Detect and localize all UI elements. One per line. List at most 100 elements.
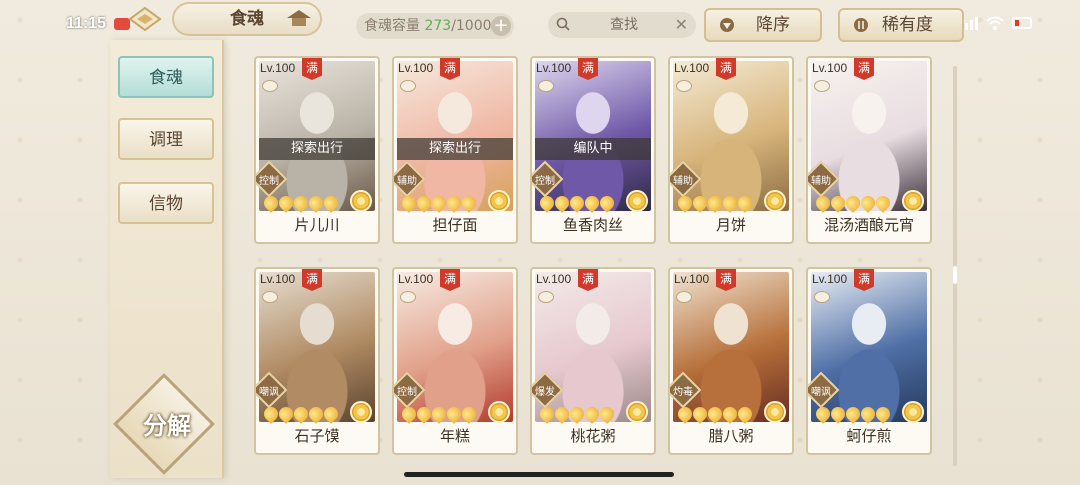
max-badge: 满 [716, 58, 736, 80]
flower-icon [902, 190, 924, 212]
home-icon[interactable] [128, 6, 162, 32]
star-rating [675, 193, 755, 213]
max-badge: 满 [854, 58, 874, 80]
flower-icon [764, 190, 786, 212]
flower-icon [626, 401, 648, 423]
clock: 11:15 [66, 15, 107, 32]
level-label: Lv.100 [812, 61, 848, 75]
character-name: 片儿川 [294, 216, 340, 234]
soul-card[interactable]: Lv.100 满探索出行 控制 片儿川 [254, 56, 380, 244]
clear-icon[interactable]: ✕ [675, 12, 688, 38]
scrollbar[interactable] [953, 66, 957, 466]
star-rating [399, 404, 479, 424]
character-name: 混汤酒酿元宵 [823, 216, 914, 234]
star-rating [813, 404, 893, 424]
home-indicator[interactable] [404, 472, 674, 477]
search-label: 查找 [610, 17, 638, 33]
flower-icon [626, 190, 648, 212]
soul-card[interactable]: Lv.100 满嘲讽蚵仔煎 [806, 267, 932, 455]
role-label: 控制 [397, 387, 417, 398]
level-label: Lv.100 [812, 272, 848, 286]
character-name: 担仔面 [432, 216, 478, 234]
level-label: Lv.100 [536, 272, 572, 286]
soul-card[interactable]: Lv.100 满爆发 桃花粥 [530, 267, 656, 455]
star-rating [675, 404, 755, 424]
role-label: 嘲讽 [259, 387, 279, 398]
star-icon [321, 404, 341, 424]
capacity-label: 食魂容量 [364, 18, 420, 34]
capacity-current: 273 [424, 18, 452, 34]
level-label: Lv.100 [536, 61, 572, 75]
max-badge: 满 [302, 269, 322, 291]
status-tag: 编队中 [535, 138, 651, 160]
star-rating [537, 193, 617, 213]
level-label: Lv.100 [260, 61, 296, 75]
sort-key-icon [854, 18, 868, 32]
role-label: 控制 [535, 176, 555, 187]
character-name: 年糕 [439, 427, 470, 445]
max-badge: 满 [578, 269, 598, 291]
role-label: 辅助 [673, 176, 693, 187]
soul-card[interactable]: Lv.100 满控制年糕 [392, 267, 518, 455]
decompose-label: 分解 [143, 412, 191, 440]
character-name: 月饼 [715, 216, 746, 234]
character-name: 蚵仔煎 [846, 427, 892, 445]
character-name: 腊八粥 [708, 427, 754, 445]
flower-icon [350, 401, 372, 423]
level-label: Lv.100 [398, 272, 434, 286]
sort-order-button[interactable]: 降序 [704, 8, 822, 42]
flower-icon [764, 401, 786, 423]
bowl-icon [814, 80, 830, 92]
star-rating [813, 193, 893, 213]
max-badge: 满 [302, 58, 322, 80]
character-name: 石子馍 [294, 427, 340, 445]
soul-card[interactable]: Lv.100 满探索出行 辅助 担仔面 [392, 56, 518, 244]
bowl-icon [538, 80, 554, 92]
role-label: 辅助 [811, 176, 831, 187]
sort-key-label: 稀有度 [882, 15, 933, 35]
sort-key-button[interactable]: 稀有度 [838, 8, 964, 42]
star-rating [537, 404, 617, 424]
soul-card[interactable]: Lv.100 满辅助 月饼 [668, 56, 794, 244]
star-icon [321, 193, 341, 213]
level-label: Lv.100 [260, 272, 296, 286]
search-input[interactable]: 查找 ✕ [548, 12, 696, 38]
bowl-icon [814, 291, 830, 303]
scrollbar-thumb[interactable] [953, 266, 957, 284]
max-badge: 满 [854, 269, 874, 291]
flower-icon [488, 190, 510, 212]
bowl-icon [262, 291, 278, 303]
sidebar-item-soul[interactable]: 食魂 [118, 56, 214, 98]
role-label: 嘲讽 [811, 387, 831, 398]
soul-card[interactable]: Lv.100 满嘲讽石子馍 [254, 267, 380, 455]
star-rating [261, 404, 341, 424]
bowl-icon [676, 80, 692, 92]
star-icon [459, 404, 479, 424]
role-label: 灼毒 [673, 387, 693, 398]
status-tag: 探索出行 [397, 138, 513, 160]
character-name: 鱼香肉丝 [562, 216, 623, 234]
star-icon [735, 404, 755, 424]
sidebar-item-prepare[interactable]: 调理 [118, 118, 214, 160]
bowl-icon [400, 80, 416, 92]
roof-icon [287, 10, 311, 26]
capacity-max: /1000 [451, 18, 492, 34]
flower-icon [902, 401, 924, 423]
max-badge: 满 [440, 58, 460, 80]
sidebar-item-token[interactable]: 信物 [118, 182, 214, 224]
level-label: Lv.100 [674, 272, 710, 286]
max-badge: 满 [716, 269, 736, 291]
soul-card[interactable]: Lv.100 满编队中控制鱼香肉丝 [530, 56, 656, 244]
star-icon [459, 193, 479, 213]
max-badge: 满 [578, 58, 598, 80]
level-label: Lv.100 [398, 61, 434, 75]
role-label: 控制 [259, 176, 279, 187]
wifi-icon [986, 16, 1004, 30]
plus-icon[interactable]: + [491, 16, 511, 36]
max-badge: 满 [440, 269, 460, 291]
soul-card[interactable]: Lv.100 满灼毒腊八粥 [668, 267, 794, 455]
soul-card[interactable]: Lv.100 满辅助混汤酒酿元宵 [806, 56, 932, 244]
sidebar: 食魂 调理 信物 分解 [110, 40, 224, 478]
role-label: 爆发 [535, 387, 555, 398]
sort-desc-icon [720, 18, 734, 32]
